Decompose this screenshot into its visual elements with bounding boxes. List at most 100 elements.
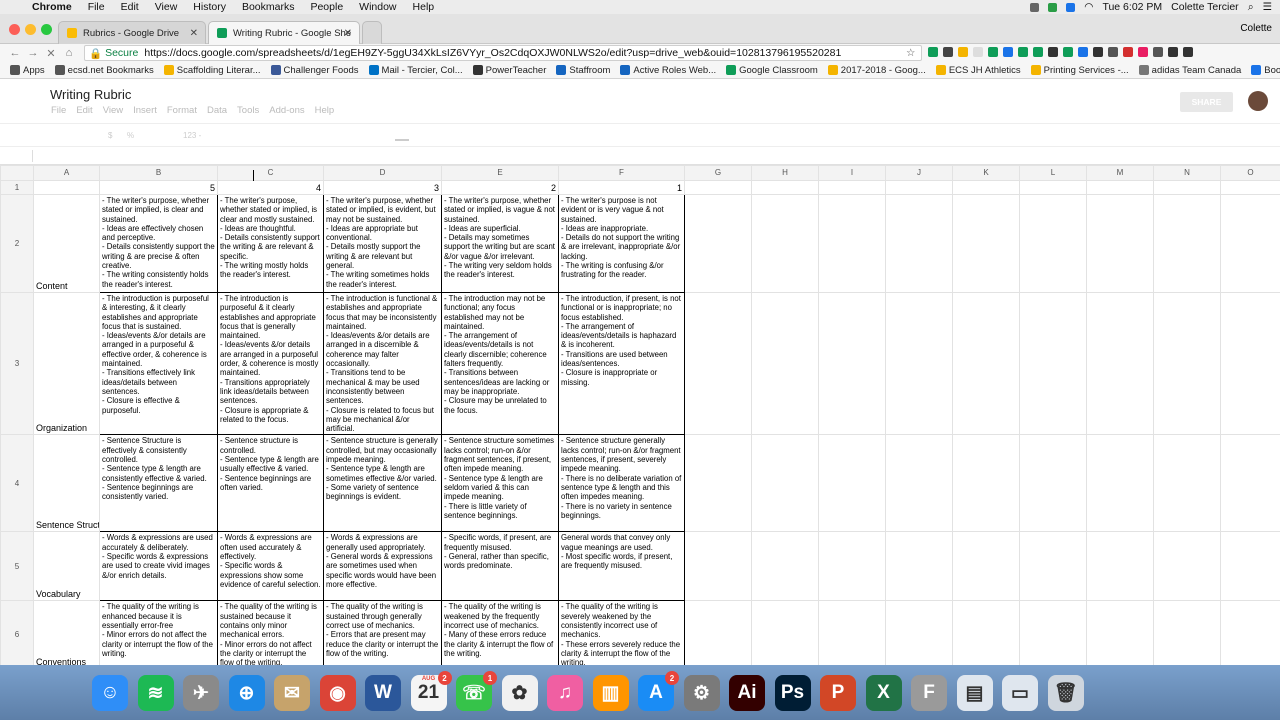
descriptor-cell[interactable]: - The introduction is purposeful & inter… xyxy=(99,291,218,436)
empty-cell[interactable] xyxy=(1086,531,1154,602)
select-all-corner[interactable] xyxy=(0,165,34,181)
descriptor-cell[interactable]: General words that convey only vague mea… xyxy=(558,531,685,602)
empty-cell[interactable] xyxy=(885,531,953,602)
empty-cell[interactable] xyxy=(818,194,886,293)
column-header[interactable]: N xyxy=(1153,165,1221,181)
empty-cell[interactable] xyxy=(684,194,752,293)
descriptor-cell[interactable]: - Sentence structure generally lacks con… xyxy=(558,434,685,533)
calendar-icon[interactable]: 21 AUG 2 xyxy=(410,671,452,711)
finder-icon[interactable]: ☺ xyxy=(92,675,128,711)
descriptor-cell[interactable]: - Specific words, if present, are freque… xyxy=(441,531,559,602)
column-header[interactable]: D xyxy=(323,165,442,181)
criterion-cell[interactable]: Content xyxy=(33,194,100,293)
descriptor-cell[interactable]: - The quality of the writing is severely… xyxy=(558,600,685,665)
sheet-menu-add-ons[interactable]: Add-ons xyxy=(269,105,304,116)
bookmark-item[interactable]: PowerTeacher xyxy=(472,65,546,76)
menu-item-file[interactable]: File xyxy=(88,1,105,13)
empty-cell[interactable] xyxy=(1153,600,1221,665)
empty-cell[interactable] xyxy=(885,180,953,195)
extension-icon[interactable] xyxy=(973,47,983,57)
stop-icon[interactable]: ✕ xyxy=(42,47,60,60)
descriptor-cell[interactable]: - Sentence structure is controlled. - Se… xyxy=(217,434,324,533)
clock[interactable]: Tue 6:02 PM xyxy=(1102,1,1162,13)
tab-writing-rubric[interactable]: Writing Rubric - Google Sheets ✕ xyxy=(208,21,360,44)
bookmark-item[interactable]: Staffroom xyxy=(556,65,610,76)
fontbook-icon[interactable]: F xyxy=(911,675,947,711)
empty-cell[interactable] xyxy=(751,180,819,195)
descriptor-cell[interactable]: - The quality of the writing is enhanced… xyxy=(99,600,218,665)
empty-cell[interactable] xyxy=(751,434,819,533)
column-header[interactable]: L xyxy=(1019,165,1087,181)
empty-cell[interactable] xyxy=(1086,600,1154,665)
empty-cell[interactable] xyxy=(1220,291,1280,436)
sheet-menu-data[interactable]: Data xyxy=(207,105,227,116)
score-header-cell[interactable]: 1 xyxy=(558,180,685,195)
empty-cell[interactable] xyxy=(684,434,752,533)
close-tab-icon[interactable]: ✕ xyxy=(344,28,352,39)
documents-icon[interactable]: ▤ xyxy=(956,675,993,711)
avatar[interactable] xyxy=(1248,91,1268,111)
extension-icon[interactable] xyxy=(958,47,968,57)
extension-icon[interactable] xyxy=(1078,47,1088,57)
extension-icon[interactable] xyxy=(1183,47,1193,57)
criterion-cell[interactable]: Conventions xyxy=(33,600,100,665)
menu-item-help[interactable]: Help xyxy=(413,1,435,13)
empty-cell[interactable] xyxy=(1220,194,1280,293)
empty-cell[interactable] xyxy=(1220,531,1280,602)
bookmark-item[interactable]: Challenger Foods xyxy=(270,65,359,76)
bookmark-item[interactable]: Active Roles Web... xyxy=(620,65,716,76)
downloads-icon[interactable]: ▭ xyxy=(1002,675,1038,711)
column-header[interactable]: C xyxy=(217,165,324,181)
tab-rubrics-drive[interactable]: Rubrics - Google Drive ✕ xyxy=(58,21,206,44)
zoom-window-button[interactable] xyxy=(41,24,52,35)
currency-button[interactable]: $ xyxy=(108,131,112,140)
empty-cell[interactable] xyxy=(952,434,1020,533)
column-header[interactable]: K xyxy=(952,165,1020,181)
extension-icon[interactable] xyxy=(1153,47,1163,57)
empty-cell[interactable] xyxy=(818,600,886,665)
sheet-menu-file[interactable]: File xyxy=(51,105,66,116)
minimize-window-button[interactable] xyxy=(25,24,36,35)
score-header-cell[interactable]: 2 xyxy=(441,180,559,195)
empty-cell[interactable] xyxy=(818,180,886,195)
profile-name[interactable]: Colette xyxy=(1240,23,1272,34)
extension-icon[interactable] xyxy=(943,47,953,57)
empty-cell[interactable] xyxy=(1086,434,1154,533)
bookmark-item[interactable]: adidas Team Canada xyxy=(1138,65,1241,76)
safari-icon[interactable]: ⊕ xyxy=(228,675,265,711)
row-header[interactable]: 2 xyxy=(0,194,34,293)
descriptor-cell[interactable]: - The introduction may not be functional… xyxy=(441,291,559,436)
empty-cell[interactable] xyxy=(684,291,752,436)
criterion-cell[interactable]: Sentence Structure xyxy=(33,434,100,533)
column-header[interactable]: G xyxy=(684,165,752,181)
powerpoint-icon[interactable]: P xyxy=(820,675,856,711)
descriptor-cell[interactable]: - The quality of the writing is weakened… xyxy=(441,600,559,665)
empty-cell[interactable] xyxy=(751,291,819,436)
column-header[interactable]: M xyxy=(1086,165,1154,181)
bookmark-item[interactable]: Google Classroom xyxy=(726,65,818,76)
forward-icon[interactable]: → xyxy=(24,47,42,59)
notification-icon[interactable]: ☰ xyxy=(1263,1,1272,13)
bookmark-item[interactable]: Apps xyxy=(10,65,45,76)
trash-icon[interactable]: 🗑 xyxy=(1047,675,1084,711)
descriptor-cell[interactable]: - The writer's purpose, whether stated o… xyxy=(99,194,218,293)
bookmark-item[interactable]: ecsd.net Bookmarks xyxy=(54,65,154,76)
empty-cell[interactable] xyxy=(885,194,953,293)
extension-icon[interactable] xyxy=(1003,47,1013,57)
facetime-icon[interactable]: ☏ 1 xyxy=(456,671,497,711)
ibooks-icon[interactable]: ▥ xyxy=(592,675,629,711)
empty-cell[interactable] xyxy=(684,531,752,602)
criterion-cell[interactable]: Organization xyxy=(33,291,100,436)
url-field[interactable]: 🔒 Secure https://docs.google.com/spreads… xyxy=(84,45,922,61)
star-icon[interactable]: ☆ xyxy=(906,47,915,59)
empty-cell[interactable] xyxy=(818,531,886,602)
descriptor-cell[interactable]: - Words & expressions are generally used… xyxy=(323,531,442,602)
formula-bar[interactable] xyxy=(0,147,1280,165)
empty-cell[interactable] xyxy=(751,531,819,602)
empty-cell[interactable] xyxy=(1019,531,1087,602)
evernote-icon[interactable] xyxy=(1048,2,1058,12)
launchpad-icon[interactable]: ✈ xyxy=(183,675,219,711)
empty-cell[interactable] xyxy=(1220,180,1280,195)
empty-cell[interactable] xyxy=(1019,600,1087,665)
status-icons[interactable] xyxy=(1030,2,1040,12)
